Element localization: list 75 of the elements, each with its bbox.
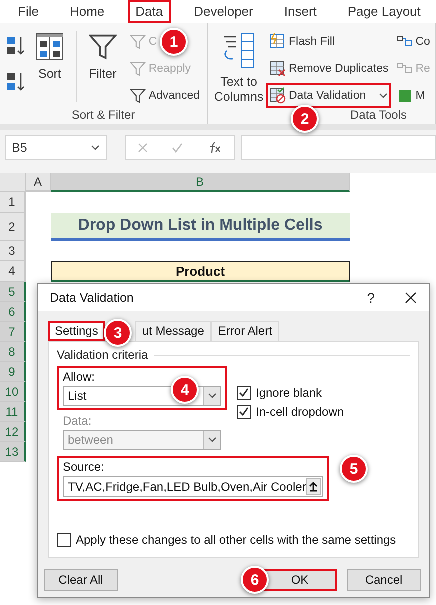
data-validation-icon (269, 87, 286, 104)
allow-label: Allow: (63, 370, 96, 384)
ribbon-button[interactable]: Co (394, 29, 434, 54)
row-header[interactable]: 11 (0, 402, 26, 422)
flash-fill-icon (269, 33, 286, 50)
function-icon[interactable] (208, 142, 222, 154)
filter-icon (130, 88, 146, 104)
row-header[interactable]: 13 (0, 442, 26, 462)
group-label: Sort & Filter (72, 108, 136, 124)
source-field[interactable]: TV,AC,Fridge,Fan,LED Bulb,Oven,Air Cooler (63, 476, 323, 497)
column-header[interactable]: B (51, 173, 350, 192)
ribbon-tab[interactable]: Insert (276, 0, 325, 23)
checkbox[interactable] (57, 533, 71, 547)
filter-button[interactable]: Filter (84, 29, 121, 108)
dialog-tab[interactable]: Error Alert (211, 321, 280, 341)
text-to-columns-icon (222, 33, 256, 69)
formula-input[interactable] (241, 135, 436, 160)
name-box[interactable]: B5 (5, 135, 107, 160)
checkbox-label[interactable]: Ignore blank (256, 386, 322, 400)
section-heading: Validation criteria (57, 348, 148, 362)
consolidate-icon (396, 34, 413, 50)
collapse-button[interactable] (306, 478, 321, 495)
group-label: Data Tools (350, 108, 407, 124)
column-header[interactable]: A (26, 173, 51, 192)
checkbox[interactable] (237, 405, 251, 419)
table-header: Product (51, 261, 350, 282)
remove-duplicates-icon (269, 60, 286, 77)
ribbon-tab[interactable]: Developer (186, 0, 262, 23)
row-header[interactable]: 5 (0, 282, 26, 302)
ribbon-tab[interactable]: File (10, 0, 47, 23)
ribbon-button[interactable]: M (394, 83, 428, 108)
up-arrow-icon (309, 482, 318, 492)
source-label: Source: (63, 460, 106, 474)
dialog-title: Data Validation (50, 290, 135, 304)
dialog-button[interactable]: OK (263, 569, 337, 591)
filter-label: Filter (88, 67, 118, 82)
row-header[interactable]: 1 (0, 192, 26, 213)
row-header[interactable]: 9 (0, 362, 26, 382)
row-header[interactable]: 12 (0, 422, 26, 442)
dialog-button[interactable]: Clear All (44, 569, 118, 591)
sort-icon (36, 33, 64, 61)
checkbox[interactable] (237, 386, 251, 400)
row-header[interactable]: 6 (0, 302, 26, 322)
data-model-icon (396, 88, 413, 104)
ribbon-button[interactable]: Remove Duplicates (266, 56, 392, 81)
filter-icon (130, 34, 146, 50)
row-header[interactable]: 3 (0, 241, 26, 261)
dialog-tab[interactable]: ut Message (135, 321, 212, 341)
ribbon-button[interactable]: Data Validation (266, 83, 392, 108)
text-to-columns-button[interactable]: Text to Columns (214, 29, 264, 108)
close-icon[interactable] (405, 292, 417, 304)
ribbon-button[interactable]: Flash Fill (266, 29, 338, 54)
row-header[interactable]: 10 (0, 382, 26, 402)
row-header[interactable]: 4 (0, 261, 26, 282)
ribbon-button[interactable]: Advanced (126, 83, 203, 108)
sort-label: Sort (37, 67, 62, 82)
help-button[interactable]: ? (367, 290, 375, 306)
relationships-icon (396, 60, 413, 76)
row-header[interactable]: 7 (0, 322, 26, 342)
row-header[interactable]: 2 (0, 213, 26, 241)
sort-icon[interactable] (6, 71, 26, 93)
sort-icon[interactable] (6, 35, 26, 57)
checkbox-label[interactable]: In-cell dropdown (256, 405, 344, 419)
row-header[interactable]: 8 (0, 342, 26, 362)
data-label: Data: (63, 414, 93, 428)
sort-button[interactable]: Sort (32, 29, 68, 108)
ribbon-tab[interactable]: Page Layout (340, 0, 429, 23)
filter-icon (88, 33, 117, 61)
filter-icon (130, 60, 146, 76)
checkbox-label[interactable]: Apply these changes to all other cells with the same settings (76, 533, 396, 547)
dialog-button[interactable]: Cancel (347, 569, 421, 591)
ribbon-tab[interactable]: Data (128, 0, 172, 23)
sheet-title: Drop Down List in Multiple Cells (51, 213, 350, 241)
ribbon-tab[interactable]: Home (62, 0, 113, 23)
dialog-tab[interactable]: Settings (48, 321, 106, 341)
